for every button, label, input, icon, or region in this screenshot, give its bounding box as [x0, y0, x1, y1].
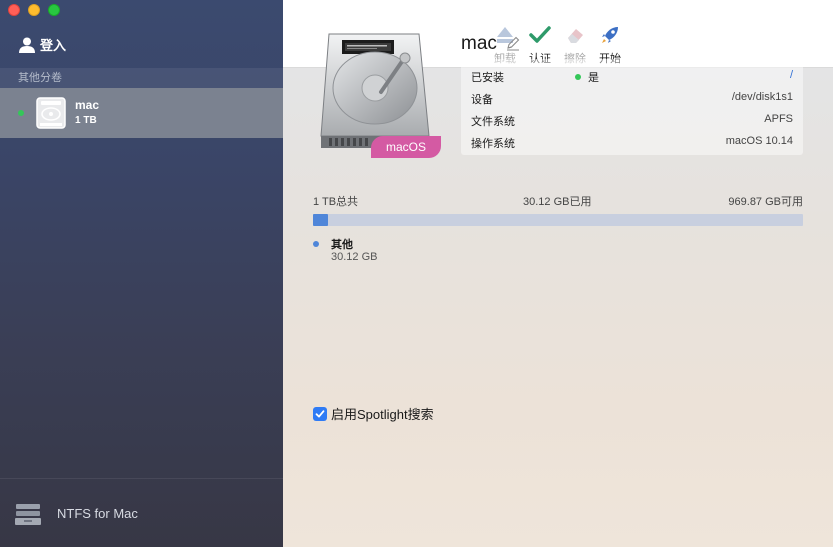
login-label: 登入 [40, 38, 67, 53]
os-value: macOS 10.14 [725, 135, 793, 147]
zoom-window-button[interactable] [48, 4, 60, 16]
sidebar-footer: NTFS for Mac [0, 478, 283, 547]
legend-color-dot [313, 241, 319, 247]
os-label: 操作系统 [471, 138, 515, 150]
device-value: /dev/disk1s1 [731, 91, 793, 103]
legend-value: 30.12 GB [331, 251, 378, 263]
checkbox-checked-icon[interactable] [313, 406, 327, 421]
eraser-icon [565, 25, 585, 48]
mounted-value: 是 [588, 72, 599, 84]
info-row-filesystem: 文件系统 APFS [471, 108, 793, 130]
usage-labels: 1 TB总共 30.12 GB已用 969.87 GB可用 [313, 193, 803, 209]
info-row-device: 设备 /dev/disk1s1 [471, 86, 793, 108]
info-row-mounted: 已安装 是 / [471, 64, 793, 86]
mounted-status-dot [575, 74, 581, 80]
app-brand-name: NTFS for Mac [57, 506, 138, 521]
device-label: 设备 [471, 94, 493, 106]
volume-size: 1 TB [75, 115, 97, 126]
checkmark-icon [529, 25, 551, 48]
window-controls [8, 4, 60, 16]
main-panel: 卸载 认证 擦除 开始 macOS mac 已安装 是 / 设备 /dev/di… [283, 0, 833, 547]
rocket-icon [600, 25, 620, 48]
total-capacity: 1 TB总共 [313, 196, 359, 208]
mounted-label: 已安装 [471, 72, 504, 84]
mounted-status: 是 [575, 69, 599, 85]
mount-path-link[interactable]: / [790, 69, 793, 81]
free-space: 969.87 GB可用 [728, 196, 803, 208]
pencil-icon[interactable] [505, 35, 521, 54]
legend-name: 其他 [331, 239, 353, 251]
close-window-button[interactable] [8, 4, 20, 16]
spotlight-checkbox[interactable]: 启用Spotlight搜索 [313, 404, 434, 423]
filesystem-label: 文件系统 [471, 116, 515, 128]
spotlight-label: 启用Spotlight搜索 [331, 407, 434, 422]
disk-usage: 1 TB总共 30.12 GB已用 969.87 GB可用 其他 30.12 G… [313, 193, 803, 266]
sidebar: 登入 其他分卷 mac 1 TB NTFS for Mac [0, 0, 283, 547]
mounted-status-dot [18, 110, 24, 116]
info-row-os: 操作系统 macOS 10.14 [471, 130, 793, 152]
sidebar-item-volume[interactable]: mac 1 TB [0, 88, 283, 138]
volume-title: mac [461, 33, 497, 54]
login-button[interactable]: 登入 [18, 35, 66, 54]
section-title-other-volumes: 其他分卷 [0, 68, 283, 88]
volume-info-table: 已安装 是 / 设备 /dev/disk1s1 文件系统 APFS 操作系统 m… [461, 59, 803, 155]
usage-bar-fill [313, 214, 328, 226]
volume-disk-image [319, 32, 431, 153]
volume-title-row: mac [461, 33, 521, 55]
hard-disk-icon [36, 97, 66, 132]
used-space: 30.12 GB已用 [523, 196, 592, 208]
minimize-window-button[interactable] [28, 4, 40, 16]
os-badge: macOS [371, 136, 441, 158]
app-window: 登入 其他分卷 mac 1 TB NTFS for Mac 卸载 认证 擦除 开… [0, 0, 833, 547]
ntfs-drive-icon [14, 502, 42, 529]
user-icon [18, 36, 36, 54]
volume-name: mac [75, 98, 100, 112]
usage-legend: 其他 30.12 GB [313, 236, 803, 266]
usage-bar [313, 214, 803, 226]
filesystem-value: APFS [764, 113, 793, 125]
